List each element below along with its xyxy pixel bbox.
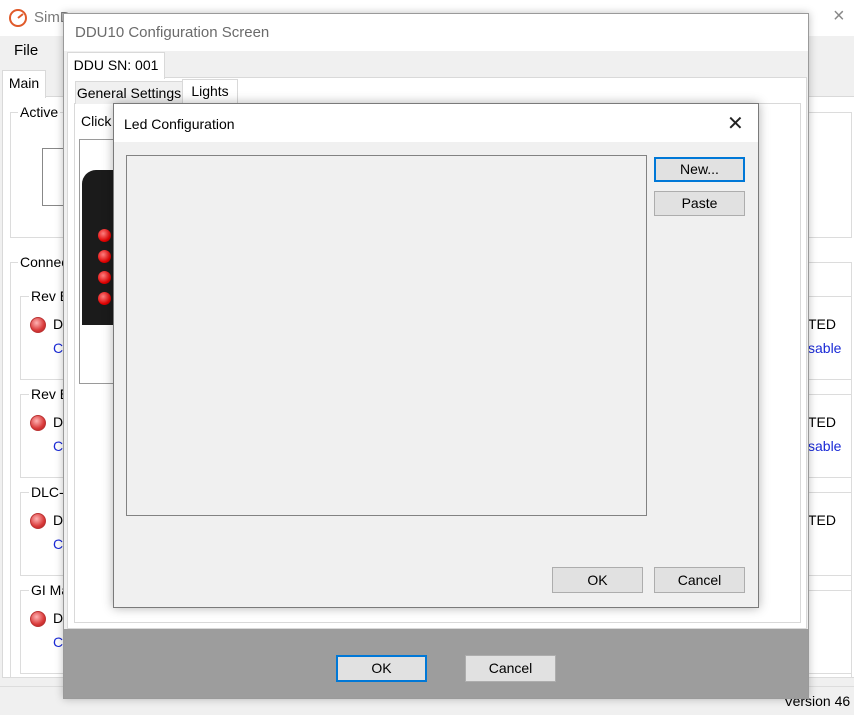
active-group-label: Active	[18, 104, 61, 120]
tab-lights[interactable]: Lights	[182, 79, 238, 104]
ddu-window-title: DDU10 Configuration Screen	[75, 24, 270, 41]
device-led-icon[interactable]	[98, 250, 111, 263]
device-status: D	[53, 512, 64, 528]
status-led-icon	[30, 513, 46, 529]
device-right-status: TED	[808, 512, 836, 528]
tab-general-settings[interactable]: General Settings	[75, 81, 183, 104]
device-config-link[interactable]: C	[53, 438, 63, 454]
device-led-icon[interactable]	[98, 229, 111, 242]
click-instruction-label: Click	[81, 113, 112, 129]
close-icon[interactable]: ✕	[727, 111, 744, 136]
ddu-cancel-button[interactable]: Cancel	[465, 655, 556, 682]
main-close-icon[interactable]: ×	[833, 5, 845, 28]
device-config-link[interactable]: C	[53, 536, 63, 552]
status-led-icon	[30, 415, 46, 431]
menu-file[interactable]: File	[14, 42, 38, 59]
led-dialog-title: Led Configuration	[124, 116, 235, 132]
led-dialog-title-bar: Led Configuration ✕	[114, 104, 758, 142]
device-led-icon[interactable]	[98, 271, 111, 284]
tab-ddu-sn[interactable]: DDU SN: 001	[67, 52, 165, 79]
device-right-status: TED	[808, 414, 836, 430]
ddu-ok-button[interactable]: OK	[336, 655, 427, 682]
device-config-link[interactable]: C	[53, 340, 63, 356]
led-configuration-dialog: Led Configuration ✕ New... Paste OK Canc…	[113, 103, 759, 608]
ddu-title-bar: DDU10 Configuration Screen	[64, 14, 808, 51]
ddu-footer	[64, 629, 808, 698]
led-cancel-button[interactable]: Cancel	[654, 567, 745, 593]
tab-main[interactable]: Main	[2, 70, 46, 98]
device-disable-link[interactable]: sable	[808, 438, 841, 454]
status-led-icon	[30, 317, 46, 333]
device-status: D	[53, 610, 64, 626]
paste-button[interactable]: Paste	[654, 191, 745, 216]
led-ok-button[interactable]: OK	[552, 567, 643, 593]
device-right-status: TED	[808, 316, 836, 332]
app-gauge-icon	[9, 9, 27, 27]
device-status: D	[53, 414, 64, 430]
device-status: D	[53, 316, 64, 332]
new-led-button[interactable]: New...	[654, 157, 745, 182]
led-config-list[interactable]	[126, 155, 647, 516]
device-disable-link[interactable]: sable	[808, 340, 841, 356]
device-led-icon[interactable]	[98, 292, 111, 305]
status-led-icon	[30, 611, 46, 627]
device-config-link[interactable]: C	[53, 634, 63, 650]
